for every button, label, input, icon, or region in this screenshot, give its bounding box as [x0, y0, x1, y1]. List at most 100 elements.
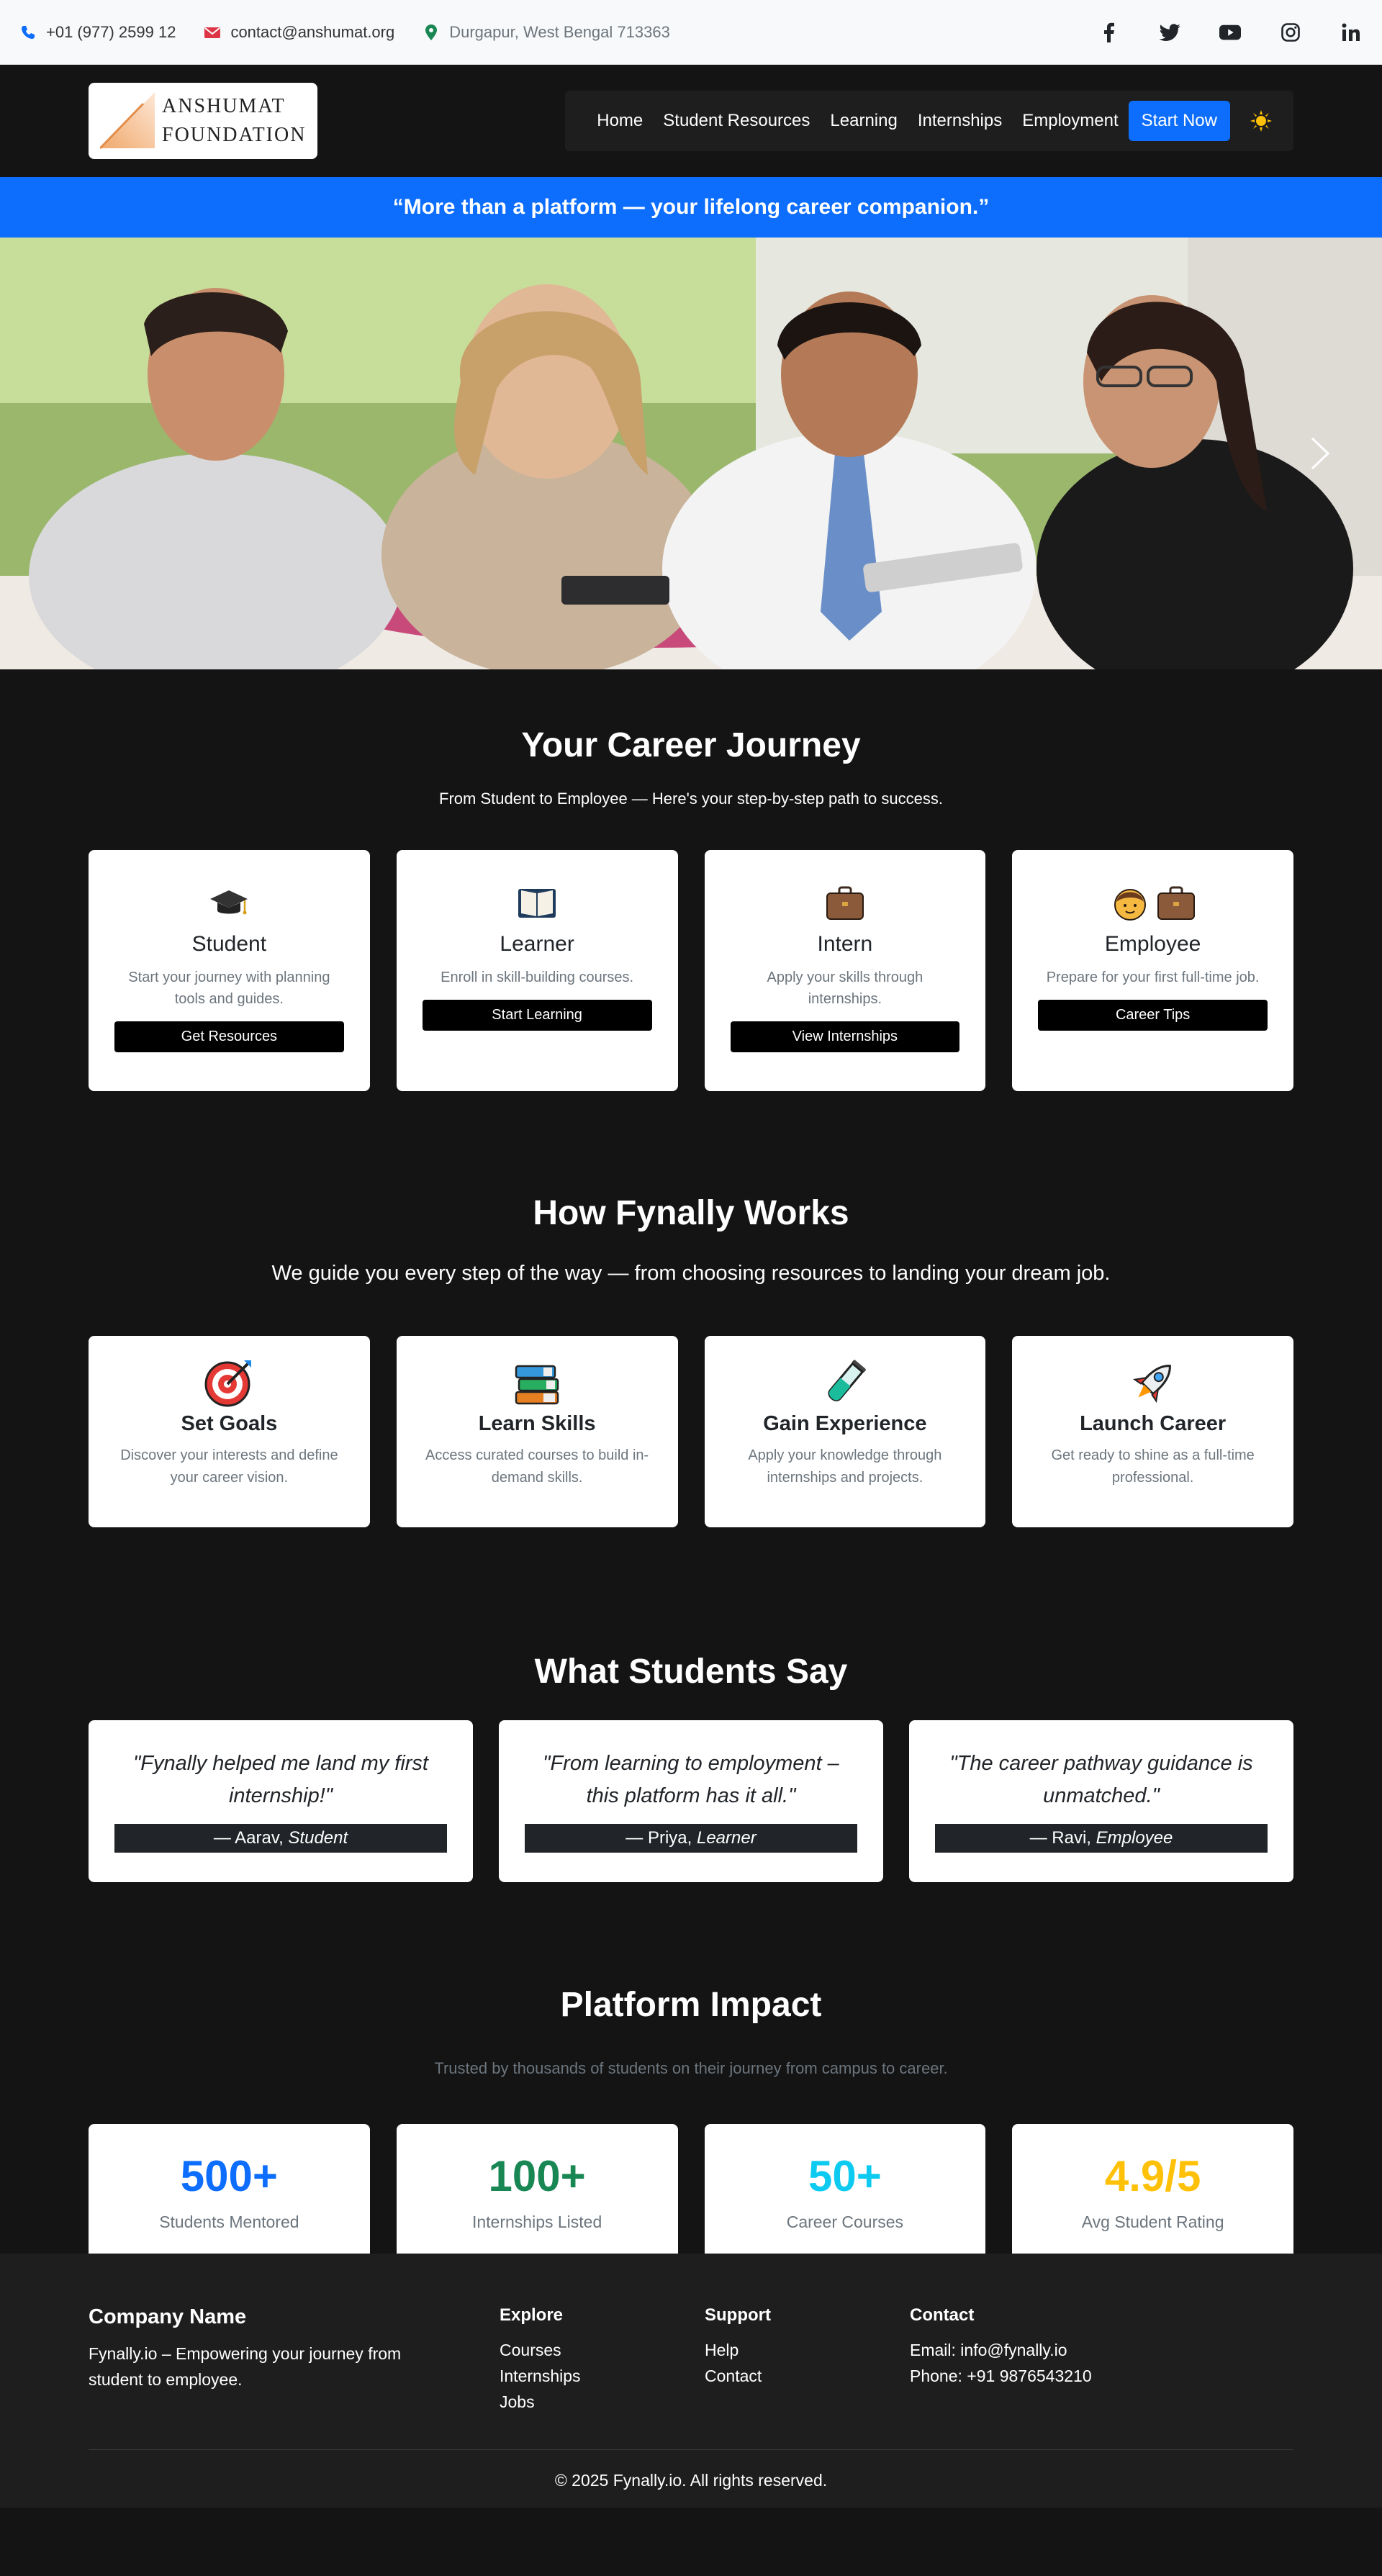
stat-card: 50+ Career Courses — [704, 2124, 986, 2262]
stat-value: 50+ — [808, 2152, 882, 2200]
testimonial-quote: "Fynally helped me land my first interns… — [132, 1752, 428, 1807]
card-title: Employee — [1104, 932, 1201, 956]
briefcase-icon — [705, 885, 986, 921]
start-learning-button[interactable]: Start Learning — [422, 1000, 652, 1031]
address-text: Durgapur, West Bengal 713363 — [449, 22, 670, 41]
card-text: Discover your interests and define your … — [120, 1447, 338, 1486]
stat-label: Internships Listed — [471, 2213, 602, 2231]
nav-employment[interactable]: Employment — [1012, 111, 1128, 131]
card-title: Learner — [500, 932, 574, 956]
stat-card: 4.9/5 Avg Student Rating — [1012, 2124, 1293, 2262]
journey-card-intern: Intern Apply your skills through interns… — [704, 850, 986, 1091]
works-card-set-goals: Set Goals Discover your interests and de… — [89, 1336, 370, 1527]
email-contact[interactable]: contact@anshumat.org — [204, 23, 394, 42]
map-pin-icon — [423, 24, 439, 40]
view-internships-button[interactable]: View Internships — [730, 1021, 960, 1052]
phone-icon — [20, 24, 36, 40]
logo-text: ANSHUMAT FOUNDATION — [162, 92, 306, 150]
testimonials-title: What Students Say — [534, 1653, 848, 1691]
quote-banner: “More than a platform — your lifelong ca… — [0, 177, 1382, 238]
get-resources-button[interactable]: Get Resources — [114, 1021, 344, 1052]
facebook-icon[interactable] — [1098, 22, 1120, 43]
social-links — [1098, 22, 1362, 43]
testimonial-quote: "The career pathway guidance is unmatche… — [949, 1752, 1253, 1807]
journey-card-student: Student Start your journey with planning… — [89, 850, 370, 1091]
card-title: Gain Experience — [763, 1412, 927, 1435]
main-nav: Home Student Resources Learning Internsh… — [565, 91, 1293, 151]
testimonial-card: "The career pathway guidance is unmatche… — [909, 1720, 1293, 1882]
envelope-icon — [204, 24, 221, 40]
career-journey-section: Your Career Journey From Student to Empl… — [0, 669, 1382, 1144]
card-title: Intern — [817, 932, 873, 956]
footer-link-contact[interactable]: Contact — [705, 2363, 910, 2389]
footer-company-name: Company Name — [89, 2305, 247, 2328]
youtube-icon[interactable] — [1219, 22, 1241, 43]
journey-card-employee: Employee Prepare for your first full-tim… — [1012, 850, 1293, 1091]
card-text: Start your journey with planning tools a… — [128, 970, 330, 1007]
footer-divider — [89, 2449, 1293, 2450]
card-title: Launch Career — [1080, 1412, 1227, 1435]
test-tube-icon — [705, 1357, 986, 1408]
testimonial-author: — Priya, Learner — [525, 1824, 857, 1853]
footer-link-internships[interactable]: Internships — [500, 2363, 705, 2389]
twitter-icon[interactable] — [1159, 22, 1180, 43]
address-contact: Durgapur, West Bengal 713363 — [423, 23, 670, 42]
card-title: Student — [191, 932, 267, 956]
author-role: Learner — [696, 1828, 757, 1848]
chevron-right-icon — [1311, 437, 1330, 470]
nav-home[interactable]: Home — [587, 111, 653, 131]
stat-value: 100+ — [488, 2152, 586, 2200]
logo-line-2: FOUNDATION — [162, 124, 307, 146]
author-name: — Ravi, — [1029, 1828, 1096, 1848]
instagram-icon[interactable] — [1280, 22, 1301, 43]
card-text: Access curated courses to build in-deman… — [425, 1447, 649, 1486]
nav-internships[interactable]: Internships — [908, 111, 1012, 131]
logo-line-1: ANSHUMAT — [162, 95, 286, 117]
card-text: Get ready to shine as a full-time profes… — [1051, 1447, 1255, 1486]
logo-mark — [99, 92, 155, 150]
footer-link-courses[interactable]: Courses — [500, 2337, 705, 2363]
linkedin-icon[interactable] — [1340, 22, 1362, 43]
logo[interactable]: ANSHUMAT FOUNDATION — [89, 83, 317, 159]
footer-explore-title: Explore — [500, 2305, 564, 2325]
start-now-button[interactable]: Start Now — [1128, 101, 1230, 141]
stat-value: 4.9/5 — [1104, 2152, 1201, 2200]
footer-phone[interactable]: Phone: +91 9876543210 — [910, 2363, 1092, 2389]
testimonial-author: — Aarav, Student — [114, 1824, 447, 1853]
footer-link-jobs[interactable]: Jobs — [500, 2389, 705, 2415]
card-title: Set Goals — [181, 1412, 278, 1435]
footer-support: Support Help Contact — [705, 2305, 910, 2415]
journey-title: Your Career Journey — [521, 726, 861, 764]
works-cards: Set Goals Discover your interests and de… — [0, 1336, 1382, 1527]
footer-contact-title: Contact — [910, 2305, 975, 2325]
testimonial-quote: "From learning to employment – this plat… — [543, 1752, 839, 1807]
stat-label: Avg Student Rating — [1081, 2213, 1224, 2231]
contact-info: +01 (977) 2599 12 contact@anshumat.org D… — [20, 23, 670, 42]
stat-label: Career Courses — [786, 2213, 904, 2231]
author-role: Student — [288, 1828, 348, 1848]
sun-icon[interactable] — [1250, 110, 1272, 132]
footer-link-help[interactable]: Help — [705, 2337, 910, 2363]
testimonials-section: What Students Say "Fynally helped me lan… — [0, 1594, 1382, 1928]
phone-number: +01 (977) 2599 12 — [46, 22, 176, 41]
carousel-next-button[interactable] — [1306, 432, 1334, 475]
career-tips-button[interactable]: Career Tips — [1038, 1000, 1268, 1031]
stat-label: Students Mentored — [159, 2213, 299, 2231]
author-name: — Priya, — [625, 1828, 697, 1848]
phone-contact[interactable]: +01 (977) 2599 12 — [20, 23, 176, 42]
person-briefcase-icon — [1012, 885, 1293, 921]
graduation-cap-icon — [89, 885, 370, 921]
works-subtitle: We guide you every step of the way — fro… — [271, 1262, 1111, 1285]
footer-explore: Explore Courses Internships Jobs — [500, 2305, 705, 2415]
nav-learning[interactable]: Learning — [820, 111, 907, 131]
nav-student-resources[interactable]: Student Resources — [653, 111, 820, 131]
testimonial-card: "Fynally helped me land my first interns… — [89, 1720, 473, 1882]
rocket-icon — [1012, 1357, 1293, 1408]
works-card-launch-career: Launch Career Get ready to shine as a fu… — [1012, 1336, 1293, 1527]
footer-email[interactable]: Email: info@fynally.io — [910, 2337, 1092, 2363]
footer-contact: Contact Email: info@fynally.io Phone: +9… — [910, 2305, 1092, 2415]
author-name: — Aarav, — [213, 1828, 289, 1848]
stat-card: 500+ Students Mentored — [89, 2124, 370, 2262]
journey-card-learner: Learner Enroll in skill-building courses… — [396, 850, 678, 1091]
how-it-works-section: How Fynally Works We guide you every ste… — [0, 1144, 1382, 1594]
